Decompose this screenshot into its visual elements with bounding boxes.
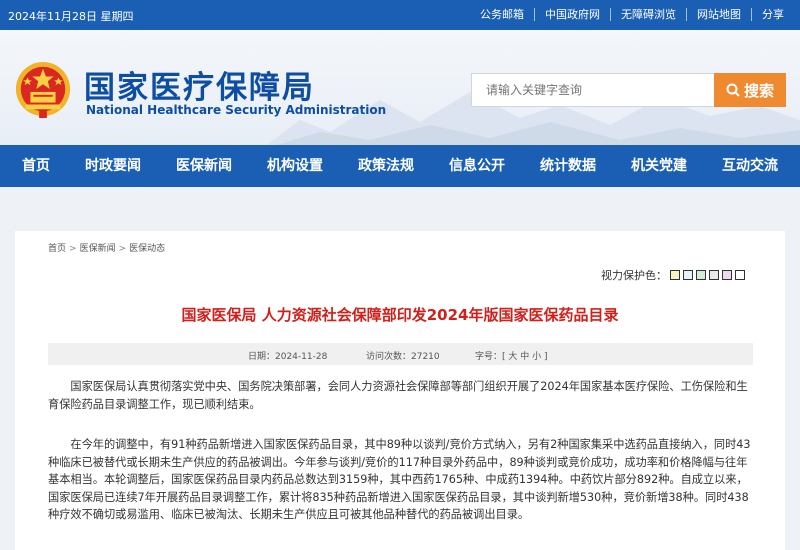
color-swatch-gray[interactable] xyxy=(709,270,719,280)
nav-party-building[interactable]: 机关党建 xyxy=(631,145,687,187)
nav-info-disclosure[interactable]: 信息公开 xyxy=(449,145,505,187)
site-title-en: National Healthcare Security Administrat… xyxy=(86,103,387,117)
link-sitemap[interactable]: 网站地图 xyxy=(686,8,751,21)
nav-statistics[interactable]: 统计数据 xyxy=(540,145,596,187)
breadcrumb: 首页 > 医保新闻 > 医保动态 xyxy=(48,241,165,254)
color-swatch-pink[interactable] xyxy=(722,270,732,280)
article-meta: 日期：2024-11-28 访问次数：27210 字号：[ 大 中 小 ] xyxy=(48,343,753,365)
link-gov-portal[interactable]: 中国政府网 xyxy=(534,8,610,21)
link-share[interactable]: 分享 xyxy=(751,8,794,21)
site-title-cn: 国家医疗保障局 xyxy=(84,70,315,106)
article-date: 日期：2024-11-28 xyxy=(248,352,328,362)
color-swatch-blue[interactable] xyxy=(683,270,693,280)
vision-label: 视力保护色： xyxy=(601,269,667,282)
search-icon xyxy=(726,83,740,97)
link-official-mail[interactable]: 公务邮箱 xyxy=(470,8,534,21)
article-panel: 首页 > 医保新闻 > 医保动态 视力保护色： 国家医保局 人力资源社会保障部印发202… xyxy=(15,231,785,550)
font-size-control[interactable]: 字号：[ 大 中 小 ] xyxy=(475,349,547,362)
breadcrumb-separator: > xyxy=(118,244,127,254)
search-button-label: 搜索 xyxy=(743,81,774,100)
search-button[interactable]: 搜索 xyxy=(714,73,786,107)
article-paragraph: 国家医保局认真贯彻落实党中央、国务院决策部署，会同人力资源社会保障部等部门组织开… xyxy=(48,380,748,411)
site-header: 国家医疗保障局 National Healthcare Security Adm… xyxy=(0,30,800,145)
nav-policies[interactable]: 政策法规 xyxy=(358,145,414,187)
article-views: 访问次数：27210 xyxy=(366,352,440,362)
nav-healthcare-news[interactable]: 医保新闻 xyxy=(176,145,232,187)
national-emblem-icon xyxy=(15,61,71,119)
article-title: 国家医保局 人力资源社会保障部印发2024年版国家医保药品目录 xyxy=(181,306,619,324)
color-swatch-green[interactable] xyxy=(696,270,706,280)
breadcrumb-dynamics[interactable]: 医保动态 xyxy=(129,244,165,254)
nav-interaction[interactable]: 互动交流 xyxy=(722,145,778,187)
top-utility-bar: 2024年11月28日 星期四 公务邮箱 中国政府网 无障碍浏览 网站地图 分享 xyxy=(0,0,800,30)
current-date: 2024年11月28日 星期四 xyxy=(8,10,134,23)
color-swatch-yellow[interactable] xyxy=(670,270,680,280)
nav-current-affairs[interactable]: 时政要闻 xyxy=(85,145,141,187)
vision-protection-colors: 视力保护色： xyxy=(601,267,745,283)
nav-home[interactable]: 首页 xyxy=(22,145,50,187)
breadcrumb-home[interactable]: 首页 xyxy=(48,244,66,254)
breadcrumb-news[interactable]: 医保新闻 xyxy=(80,244,116,254)
article-paragraph: 在今年的调整中，有91种药品新增进入国家医保药品目录，其中89种以谈判/竞价方式… xyxy=(48,438,751,522)
main-nav: 首页 时政要闻 医保新闻 机构设置 政策法规 信息公开 统计数据 机关党建 互动… xyxy=(0,145,800,187)
link-accessibility[interactable]: 无障碍浏览 xyxy=(610,8,686,21)
search-input[interactable] xyxy=(471,73,716,107)
breadcrumb-separator: > xyxy=(69,244,77,254)
utility-links: 公务邮箱 中国政府网 无障碍浏览 网站地图 分享 xyxy=(470,8,794,21)
color-swatch-white[interactable] xyxy=(735,270,745,280)
nav-organization[interactable]: 机构设置 xyxy=(267,145,323,187)
